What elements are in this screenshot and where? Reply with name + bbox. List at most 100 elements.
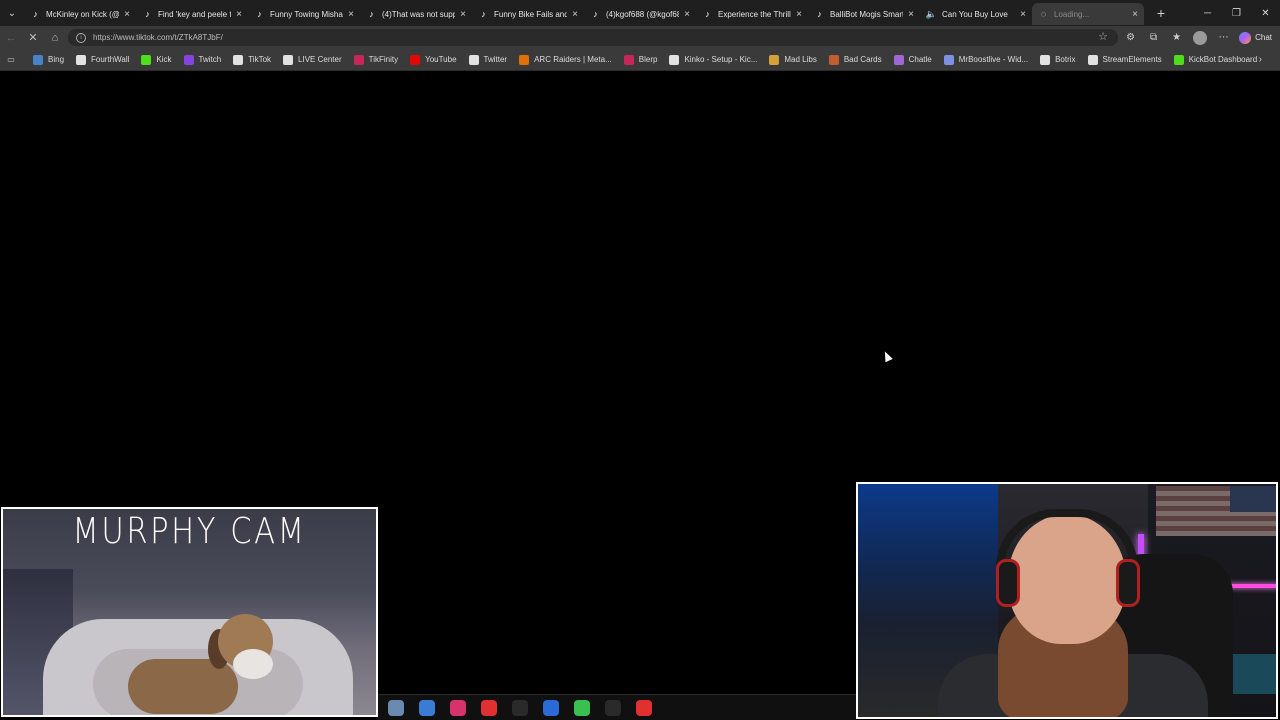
profile-avatar[interactable]	[1193, 30, 1208, 45]
tab-close-icon[interactable]: ×	[122, 9, 132, 20]
bookmark-item[interactable]: TikTok	[233, 54, 272, 65]
tab-title: BalliBot Mogis Smart R	[830, 9, 903, 19]
tab-close-icon[interactable]: ×	[458, 9, 468, 20]
bookmark-label: Twitch	[198, 55, 222, 64]
bookmark-item[interactable]: Twitch	[183, 54, 222, 65]
bookmark-item[interactable]: ARC Raiders | Meta...	[519, 54, 612, 65]
url-text: https://www.tiktok.com/t/ZTkA8TJbF/	[93, 33, 223, 42]
notepad-icon[interactable]	[418, 699, 435, 716]
more-menu-icon[interactable]: ⋯	[1212, 32, 1235, 43]
split-screen-icon[interactable]: ⧉	[1142, 32, 1165, 43]
bookmark-item[interactable]: Twitter	[468, 54, 507, 65]
browser-tab[interactable]: ♪ Find 'key and peele th ×	[136, 3, 248, 25]
record-icon[interactable]	[480, 699, 497, 716]
bookmark-item[interactable]: Botrix	[1040, 54, 1076, 65]
tab-close-icon[interactable]: ×	[682, 9, 692, 20]
kick-icon	[141, 54, 152, 65]
tab-close-icon[interactable]: ×	[1018, 9, 1028, 20]
extensions-icon[interactable]: ⚙	[1119, 32, 1142, 43]
bookmark-item[interactable]: FourthWall	[76, 54, 129, 65]
browser-tab[interactable]: ♪ BalliBot Mogis Smart R×	[808, 3, 920, 25]
obs-icon[interactable]	[635, 699, 652, 716]
browser-tab[interactable]: ◌ Loading... ×	[1032, 3, 1144, 25]
tab-close-icon[interactable]: ×	[346, 9, 356, 20]
window-controls: ─ ❐ ✕	[1193, 0, 1280, 26]
streamelements-icon	[1087, 54, 1098, 65]
restore-button[interactable]: ❐	[1222, 8, 1251, 19]
more-bookmarks-chevron-icon[interactable]: ›	[1259, 54, 1262, 65]
bookmark-item[interactable]: YouTube	[410, 54, 457, 65]
bookmark-item[interactable]: Mad Libs	[769, 54, 817, 65]
tab-close-icon[interactable]: ×	[570, 9, 580, 20]
tab-search-button[interactable]: ⌄	[0, 0, 24, 26]
browser-tab[interactable]: ♪ (4)That was not suppo ×	[360, 3, 472, 25]
headphones-right	[1116, 559, 1140, 607]
tab-title: Can You Buy Love	[942, 9, 1008, 19]
browser-tab[interactable]: 🔈 Can You Buy Love ×	[920, 3, 1032, 25]
x-app-icon[interactable]	[511, 699, 528, 716]
bookmark-label: Kinko - Setup - Kic...	[684, 55, 758, 64]
bookmark-label: TikTok	[248, 55, 272, 64]
tab-title: Experience the Thrill: Li	[718, 9, 791, 19]
check-icon[interactable]	[573, 699, 590, 716]
browser-tab[interactable]: ♪ (4)kgof688 (@kgof68 ×	[584, 3, 696, 25]
bookmark-item[interactable]: Bad Cards	[828, 54, 882, 65]
screen: ⌄ ♪ McKinley on Kick (@m × ♪ Find 'key and p…	[0, 0, 1280, 720]
bookmark-item[interactable]: Kick	[141, 54, 172, 65]
stop-loading-button[interactable]: ✕	[22, 31, 44, 44]
browser-tab[interactable]: ♪ McKinley on Kick (@m ×	[24, 3, 136, 25]
toolbar-actions: ⚙ ⧉ ★ ⋯ Chat	[1119, 26, 1280, 49]
home-button[interactable]: ⌂	[44, 32, 66, 44]
tiktok-icon: ♪	[705, 9, 710, 19]
tab-close-icon[interactable]: ×	[794, 9, 804, 20]
grid-icon	[669, 54, 680, 65]
bookmark-item[interactable]: Chatle	[893, 54, 932, 65]
copilot-icon	[1239, 31, 1252, 44]
copilot-chat-button[interactable]: Chat	[1239, 31, 1272, 44]
tab-close-icon[interactable]: ×	[906, 9, 916, 20]
blerp-icon	[623, 54, 634, 65]
tiktok-icon: ♪	[33, 9, 38, 19]
x-icon	[468, 54, 479, 65]
bookmark-item[interactable]: MrBoostlive - Wid...	[943, 54, 1028, 65]
bookmark-item[interactable]: KickBot Dashboard	[1173, 54, 1257, 65]
close-window-button[interactable]: ✕	[1251, 8, 1280, 19]
tiktok-icon: ♪	[369, 9, 374, 19]
browser-tab[interactable]: ♪ Experience the Thrill: Li×	[696, 3, 808, 25]
bookmark-label: ARC Raiders | Meta...	[534, 55, 612, 64]
address-bar[interactable]: i https://www.tiktok.com/t/ZTkA8TJbF/ ☆	[68, 29, 1118, 46]
botrix-icon	[1040, 54, 1051, 65]
browser-tab[interactable]: ♪ Funny Bike Fails and Fa×	[472, 3, 584, 25]
minimize-button[interactable]: ─	[1193, 8, 1222, 19]
bookmark-label: YouTube	[425, 55, 457, 64]
bookmark-item[interactable]: TikFinity	[353, 54, 398, 65]
instagram-icon[interactable]	[449, 699, 466, 716]
tab-title: Find 'key and peele th	[158, 9, 231, 19]
app-icon-1[interactable]	[387, 699, 404, 716]
tab-close-icon[interactable]: ×	[234, 9, 244, 20]
bookmark-item[interactable]: Kinko - Setup - Kic...	[669, 54, 758, 65]
madlibs-icon	[769, 54, 780, 65]
bookmark-item[interactable]: LIVE Center	[283, 54, 342, 65]
site-info-icon[interactable]: i	[76, 32, 86, 43]
bookmarks-bar: ▭ Bing FourthWall Kick Twitch TikTok LIVE Cen…	[0, 49, 1280, 71]
bookmark-item[interactable]: Bing	[33, 54, 64, 65]
chat-label: Chat	[1255, 33, 1272, 42]
browser-tab[interactable]: ♪ Funny Towing Mishap ×	[248, 3, 360, 25]
back-button[interactable]: ←	[0, 32, 22, 44]
tab-strip: ⌄ ♪ McKinley on Kick (@m × ♪ Find 'key and p…	[0, 0, 1280, 26]
bookmark-label: Bad Cards	[843, 55, 882, 64]
favorite-star-icon[interactable]: ☆	[1098, 30, 1108, 43]
settings-icon[interactable]	[604, 699, 621, 716]
calculator-icon[interactable]	[542, 699, 559, 716]
tiktok-icon: ♪	[145, 9, 150, 19]
flag-canton	[1230, 486, 1276, 512]
chatle-icon	[893, 54, 904, 65]
bookmarks-menu[interactable]: ▭	[6, 55, 21, 65]
favorites-icon[interactable]: ★	[1165, 32, 1188, 43]
new-tab-button[interactable]: +	[1150, 5, 1172, 21]
bookmark-item[interactable]: StreamElements	[1087, 54, 1162, 65]
tab-close-icon[interactable]: ×	[1130, 9, 1140, 20]
menu-icon: ▭	[7, 55, 15, 64]
bookmark-item[interactable]: Blerp	[623, 54, 657, 65]
